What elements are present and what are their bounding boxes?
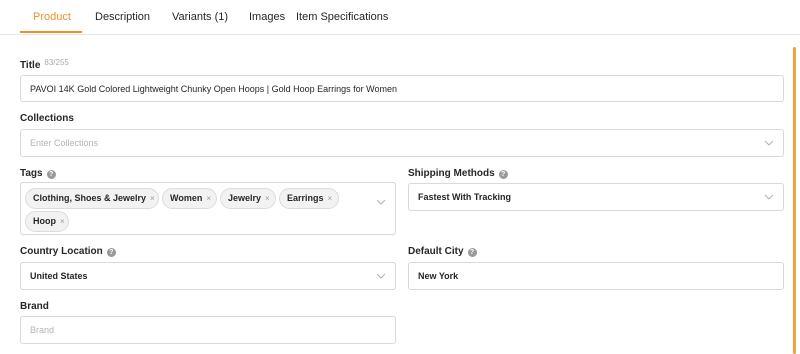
tags-label-text: Tags — [20, 168, 43, 179]
tag-chip: Earrings × — [279, 188, 339, 209]
tags-select[interactable]: Clothing, Shoes & Jewelry × Women × Jewelr… — [20, 182, 396, 235]
tab-variants[interactable]: Variants (1) — [172, 11, 228, 23]
close-icon[interactable]: × — [60, 217, 65, 226]
collections-label: Collections — [20, 113, 74, 124]
country-location-label: Country Location? — [20, 246, 116, 257]
chevron-down-icon — [376, 273, 386, 279]
chevron-down-icon — [764, 194, 774, 200]
help-icon: ? — [46, 170, 56, 179]
shipping-methods-label-text: Shipping Methods — [408, 168, 495, 179]
tab-product[interactable]: Product — [33, 11, 71, 23]
tag-chip-label: Earrings — [287, 193, 324, 203]
shipping-methods-label: Shipping Methods? — [408, 168, 508, 179]
tag-chip-label: Hoop — [33, 216, 56, 226]
shipping-methods-value: Fastest With Tracking — [418, 192, 511, 202]
country-location-label-text: Country Location — [20, 246, 103, 257]
collections-placeholder: Enter Collections — [30, 138, 99, 148]
title-label: Title 83/255 — [20, 58, 69, 71]
active-tab-indicator — [20, 31, 82, 33]
close-icon[interactable]: × — [328, 194, 333, 203]
close-icon[interactable]: × — [150, 194, 155, 203]
title-label-text: Title — [20, 60, 41, 71]
title-char-counter: 83/255 — [44, 58, 69, 67]
scrollbar[interactable] — [793, 47, 796, 354]
shipping-methods-select[interactable]: Fastest With Tracking — [408, 183, 784, 211]
default-city-label: Default City? — [408, 246, 477, 257]
country-location-value: United States — [30, 271, 88, 281]
help-icon: ? — [106, 248, 116, 257]
tag-chip: Women × — [162, 188, 217, 209]
brand-label: Brand — [20, 301, 49, 312]
tag-chip: Clothing, Shoes & Jewelry × — [25, 188, 159, 209]
tags-label: Tags? — [20, 168, 56, 179]
help-icon: ? — [467, 248, 477, 257]
tag-chip: Jewelry × — [220, 188, 276, 209]
default-city-label-text: Default City — [408, 246, 464, 257]
title-input-value: PAVOI 14K Gold Colored Lightweight Chunk… — [30, 83, 398, 94]
tab-item-specifications[interactable]: Item Specifications — [296, 11, 388, 23]
close-icon[interactable]: × — [265, 194, 270, 203]
tag-chip-label: Clothing, Shoes & Jewelry — [33, 193, 147, 203]
close-icon[interactable]: × — [206, 194, 211, 203]
tab-images[interactable]: Images — [249, 11, 285, 23]
chevron-down-icon — [764, 140, 774, 146]
tag-chip-label: Jewelry — [228, 193, 262, 203]
collections-select[interactable]: Enter Collections — [20, 129, 784, 157]
default-city-value: New York — [418, 271, 459, 281]
help-icon: ? — [498, 170, 508, 179]
tag-chip-label: Women — [170, 193, 203, 203]
brand-input[interactable]: Brand — [20, 316, 396, 344]
tab-bar: Product Description Variants (1) Images … — [0, 0, 800, 35]
title-input[interactable]: PAVOI 14K Gold Colored Lightweight Chunk… — [20, 75, 784, 102]
country-location-select[interactable]: United States — [20, 262, 396, 290]
tab-description[interactable]: Description — [95, 11, 150, 23]
brand-placeholder: Brand — [30, 325, 55, 335]
chevron-down-icon — [376, 199, 386, 205]
tag-chip: Hoop × — [25, 211, 69, 232]
default-city-input[interactable]: New York — [408, 262, 784, 290]
